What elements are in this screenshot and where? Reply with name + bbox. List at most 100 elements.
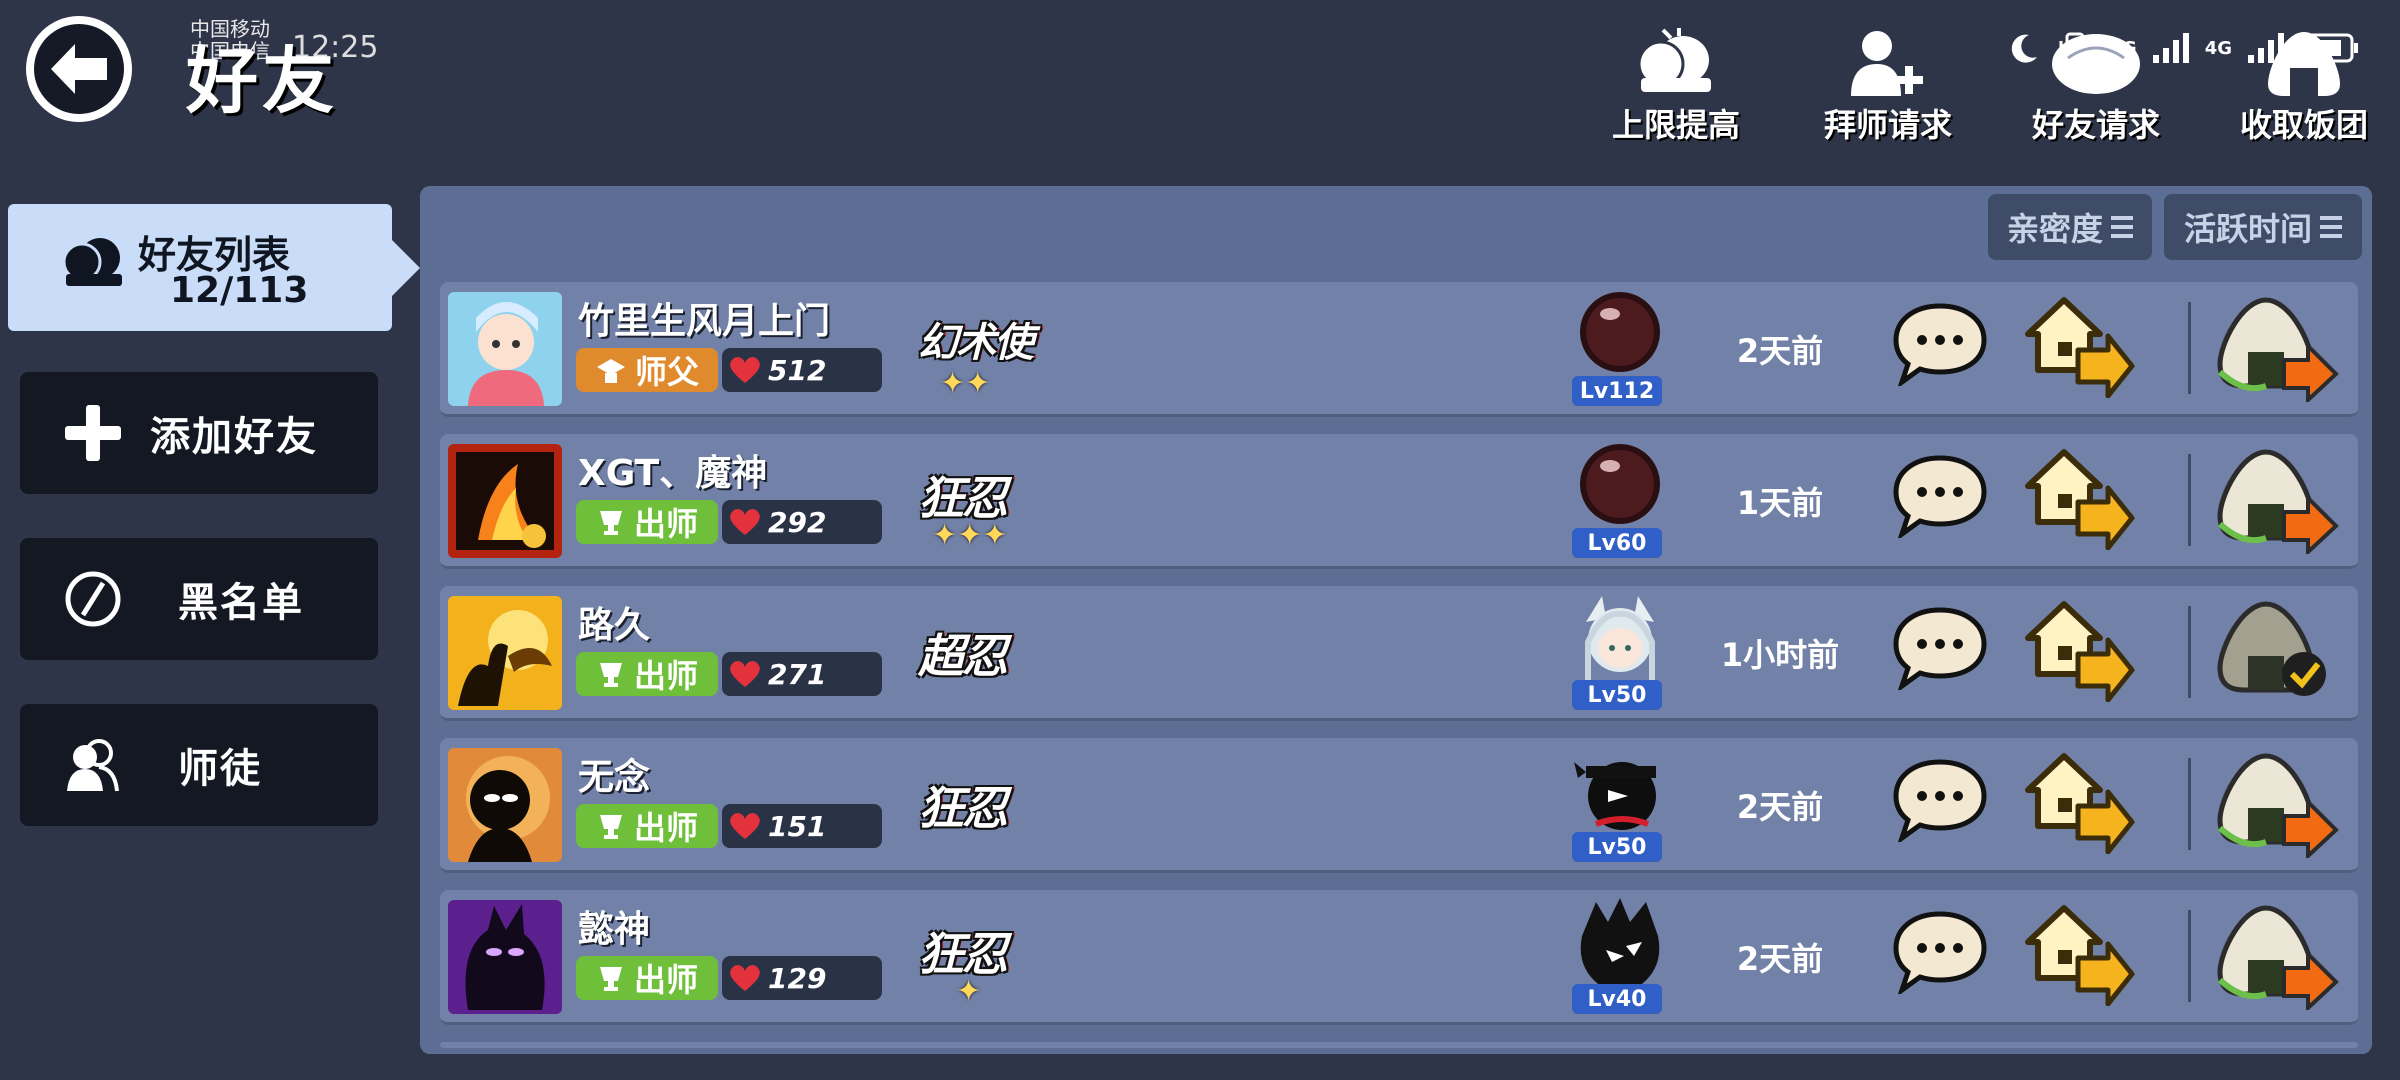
- intimacy-value: 129: [768, 961, 827, 995]
- heart-icon: [730, 509, 760, 535]
- divider: [2188, 606, 2191, 698]
- blacklist-label: 黑名单: [178, 580, 304, 626]
- chat-bubble-icon[interactable]: [1892, 302, 1988, 386]
- friend-row[interactable]: 竹里生风月上门 师父 512 幻术使 ✦✦ Lv112 2天前: [440, 282, 2358, 417]
- chat-bubble-icon[interactable]: [1892, 758, 1988, 842]
- plus-icon: [65, 405, 121, 461]
- intimacy-meter: 151: [722, 804, 882, 848]
- send-rice-ball-icon[interactable]: [2214, 750, 2340, 858]
- friend-request-label: 好友请求: [2031, 106, 2160, 144]
- blacklist-button[interactable]: 黑名单: [20, 538, 378, 660]
- visit-home-icon[interactable]: [2020, 294, 2136, 398]
- heart-icon: [730, 357, 760, 383]
- divider: [2188, 302, 2191, 394]
- sort-intimacy-button[interactable]: 亲密度: [1988, 194, 2152, 260]
- send-rice-ball-icon[interactable]: [2214, 902, 2340, 1010]
- pet-girl-avatar[interactable]: [1572, 592, 1668, 688]
- last-active-time: 2天前: [1736, 788, 1824, 826]
- add-friend-button[interactable]: 添加好友: [20, 372, 378, 494]
- level-badge: Lv50: [1572, 832, 1662, 862]
- avatar[interactable]: [448, 444, 562, 558]
- rank-title: 幻术使: [918, 319, 1034, 366]
- rice-ball-sent-icon: [2217, 601, 2326, 696]
- intimacy-meter: 271: [722, 652, 882, 696]
- intimacy-value: 151: [768, 809, 827, 843]
- avatar-image: [448, 748, 562, 862]
- visit-home-icon[interactable]: [2020, 750, 2136, 854]
- avatar-image: [448, 900, 562, 1014]
- last-active-time: 2天前: [1736, 332, 1824, 370]
- next-row-peek: [440, 1042, 2358, 1048]
- pet-ninja-avatar[interactable]: [1572, 744, 1668, 840]
- trophy-icon: [599, 663, 622, 687]
- friend-row[interactable]: 路久 出师 271 超忍 Lv50 1小时前: [440, 586, 2358, 721]
- raise-limit-icon: [1637, 28, 1711, 92]
- pet-wolf-avatar[interactable]: [1572, 896, 1668, 992]
- trophy-icon: [599, 967, 622, 991]
- trophy-icon: [599, 511, 622, 535]
- raise-limit-button[interactable]: 上限提高: [1586, 28, 1766, 146]
- rank-stars: ✦✦: [940, 366, 991, 401]
- divider: [2188, 910, 2191, 1002]
- arrow-left-icon: [51, 44, 107, 94]
- role-badge-master: 师父: [576, 348, 718, 392]
- friend-name: 路久: [578, 605, 651, 646]
- role-badge-graduated: 出师: [576, 956, 718, 1000]
- pet-orb-avatar[interactable]: [1572, 440, 1668, 536]
- pet-orb-avatar[interactable]: [1572, 288, 1668, 384]
- intimacy-meter: 129: [722, 956, 882, 1000]
- intimacy-meter: 292: [722, 500, 882, 544]
- heart-icon: [730, 813, 760, 839]
- mentor-request-button[interactable]: 拜师请求: [1798, 28, 1978, 146]
- chat-bubble-icon[interactable]: [1892, 454, 1988, 538]
- avatar-image: [448, 596, 562, 710]
- block-icon: [65, 571, 121, 627]
- friend-name: 无念: [578, 757, 651, 798]
- friend-request-icon: [2052, 34, 2140, 94]
- sort-active-time-label: 活跃时间: [2183, 210, 2312, 248]
- rank-title: 狂忍: [918, 781, 1008, 835]
- friend-row[interactable]: 懿神 出师 129 狂忍 ✦ Lv40 2天前: [440, 890, 2358, 1025]
- intimacy-value: 292: [768, 505, 827, 539]
- mentor-button[interactable]: 师徒: [20, 704, 378, 826]
- friend-row[interactable]: 无念 出师 151 狂忍 Lv50 2天前: [440, 738, 2358, 873]
- level-badge: Lv112: [1572, 376, 1662, 406]
- friend-row[interactable]: XGT、魔神 出师 292 狂忍 ✦✦✦ Lv60 1天前: [440, 434, 2358, 569]
- heart-icon: [730, 965, 760, 991]
- page-title: 好友: [186, 39, 339, 123]
- menu-icon: [2111, 216, 2133, 238]
- tab-friend-list[interactable]: 好友列表 12/113: [8, 204, 420, 331]
- divider: [2188, 758, 2191, 850]
- friend-name: 竹里生风月上门: [578, 301, 831, 342]
- visit-home-icon[interactable]: [2020, 598, 2136, 702]
- avatar[interactable]: [448, 292, 562, 406]
- visit-home-icon[interactable]: [2020, 446, 2136, 550]
- chat-bubble-icon[interactable]: [1892, 606, 1988, 690]
- role-label: 出师: [633, 961, 698, 999]
- chat-bubble-icon[interactable]: [1892, 910, 1988, 994]
- send-rice-ball-icon[interactable]: [2214, 294, 2340, 402]
- avatar[interactable]: [448, 900, 562, 1014]
- raise-limit-label: 上限提高: [1611, 106, 1740, 144]
- avatar-image: [448, 444, 562, 558]
- heart-icon: [730, 661, 760, 687]
- sort-active-time-button[interactable]: 活跃时间: [2164, 194, 2362, 260]
- divider: [2188, 454, 2191, 546]
- rice-ball-icon: [2268, 32, 2340, 96]
- send-rice-ball-icon[interactable]: [2214, 446, 2340, 554]
- avatar-image: [448, 292, 562, 406]
- rank-stars: ✦: [956, 974, 982, 1009]
- avatar[interactable]: [448, 596, 562, 710]
- back-button[interactable]: [26, 16, 132, 122]
- mentor-request-label: 拜师请求: [1823, 106, 1952, 144]
- friend-request-button[interactable]: 好友请求: [2006, 28, 2186, 146]
- collect-rice-ball-button[interactable]: 收取饭团: [2214, 28, 2394, 146]
- friend-count: 12/113: [170, 270, 309, 311]
- mentor-label: 师徒: [178, 746, 262, 792]
- intimacy-value: 271: [768, 657, 827, 691]
- avatar[interactable]: [448, 748, 562, 862]
- last-active-time: 2天前: [1736, 940, 1824, 978]
- visit-home-icon[interactable]: [2020, 902, 2136, 1006]
- last-active-time: 1小时前: [1720, 636, 1840, 674]
- role-label: 出师: [633, 809, 698, 847]
